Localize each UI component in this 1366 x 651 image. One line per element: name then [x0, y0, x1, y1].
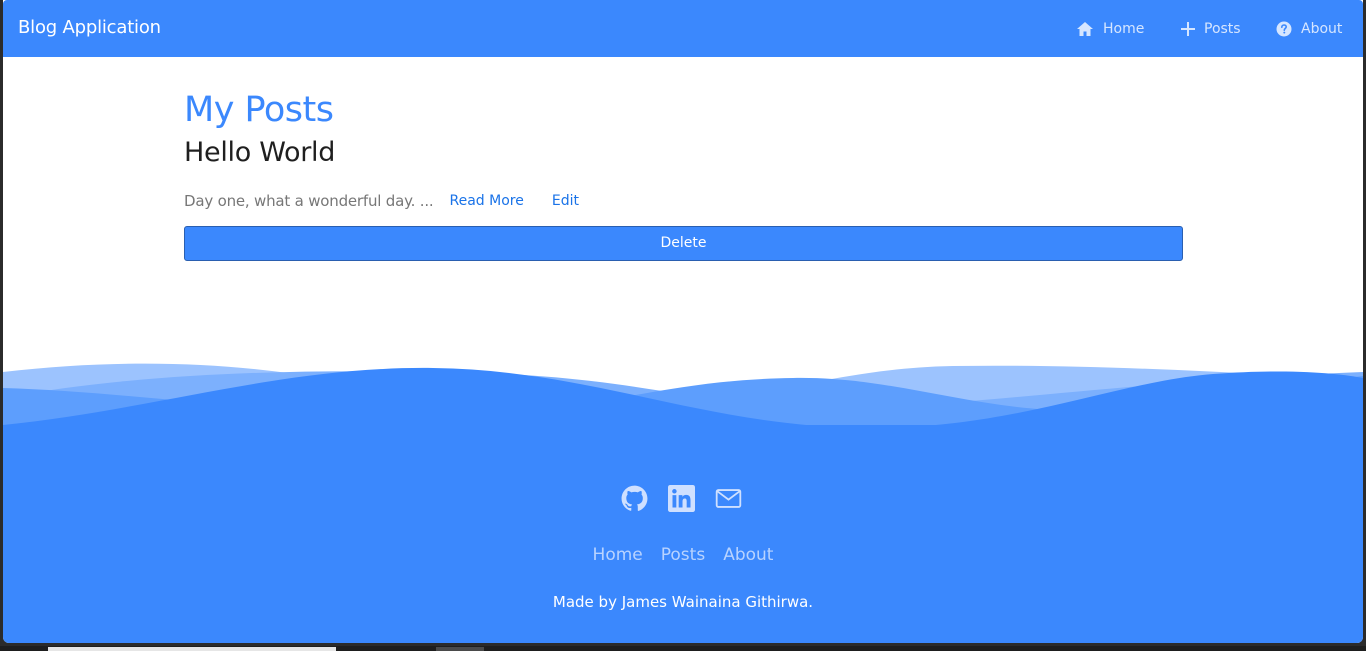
read-more-link[interactable]: Read More [450, 193, 524, 209]
page-title: My Posts [184, 90, 334, 130]
nav-item-posts[interactable]: Posts [1181, 18, 1241, 40]
footer-credit: Made by James Wainaina Githirwa. [552, 593, 814, 611]
taskbar-item[interactable] [436, 647, 484, 651]
social-links [621, 485, 742, 512]
footer-link-posts[interactable]: Posts [661, 545, 705, 565]
nav-item-about[interactable]: About [1276, 18, 1342, 40]
post-excerpt: Day one, what a wonderful day. ... [184, 192, 434, 210]
nav-item-home-label: Home [1103, 21, 1145, 37]
footer: Home Posts About Made by James Wainaina … [3, 425, 1363, 643]
nav-item-about-label: About [1301, 21, 1343, 37]
os-taskbar [0, 646, 1366, 651]
nav-item-posts-label: Posts [1204, 21, 1241, 37]
post-card: Hello World Day one, what a wonderful da… [184, 136, 1183, 261]
brand-link[interactable]: Blog Application [18, 17, 161, 38]
plus-icon [1181, 22, 1195, 36]
mail-icon[interactable] [715, 485, 742, 512]
browser-viewport: Blog Application Home Posts About My Pos… [3, 0, 1363, 643]
question-circle-icon [1276, 21, 1292, 37]
delete-button[interactable]: Delete [184, 226, 1183, 261]
navbar: Blog Application Home Posts About [3, 0, 1363, 57]
main-content: My Posts Hello World Day one, what a won… [184, 88, 1183, 261]
home-icon [1077, 22, 1093, 36]
taskbar-item[interactable] [48, 647, 336, 651]
footer-nav: Home Posts About [3, 545, 1363, 565]
linkedin-icon[interactable] [668, 485, 695, 512]
post-title: Hello World [184, 137, 336, 168]
edit-link[interactable]: Edit [552, 193, 579, 209]
post-meta-row: Day one, what a wonderful day. ... Read … [184, 190, 1183, 212]
github-icon[interactable] [621, 485, 648, 512]
footer-link-about[interactable]: About [723, 545, 773, 565]
nav-item-home[interactable]: Home [1076, 18, 1144, 40]
footer-link-home[interactable]: Home [593, 545, 643, 565]
